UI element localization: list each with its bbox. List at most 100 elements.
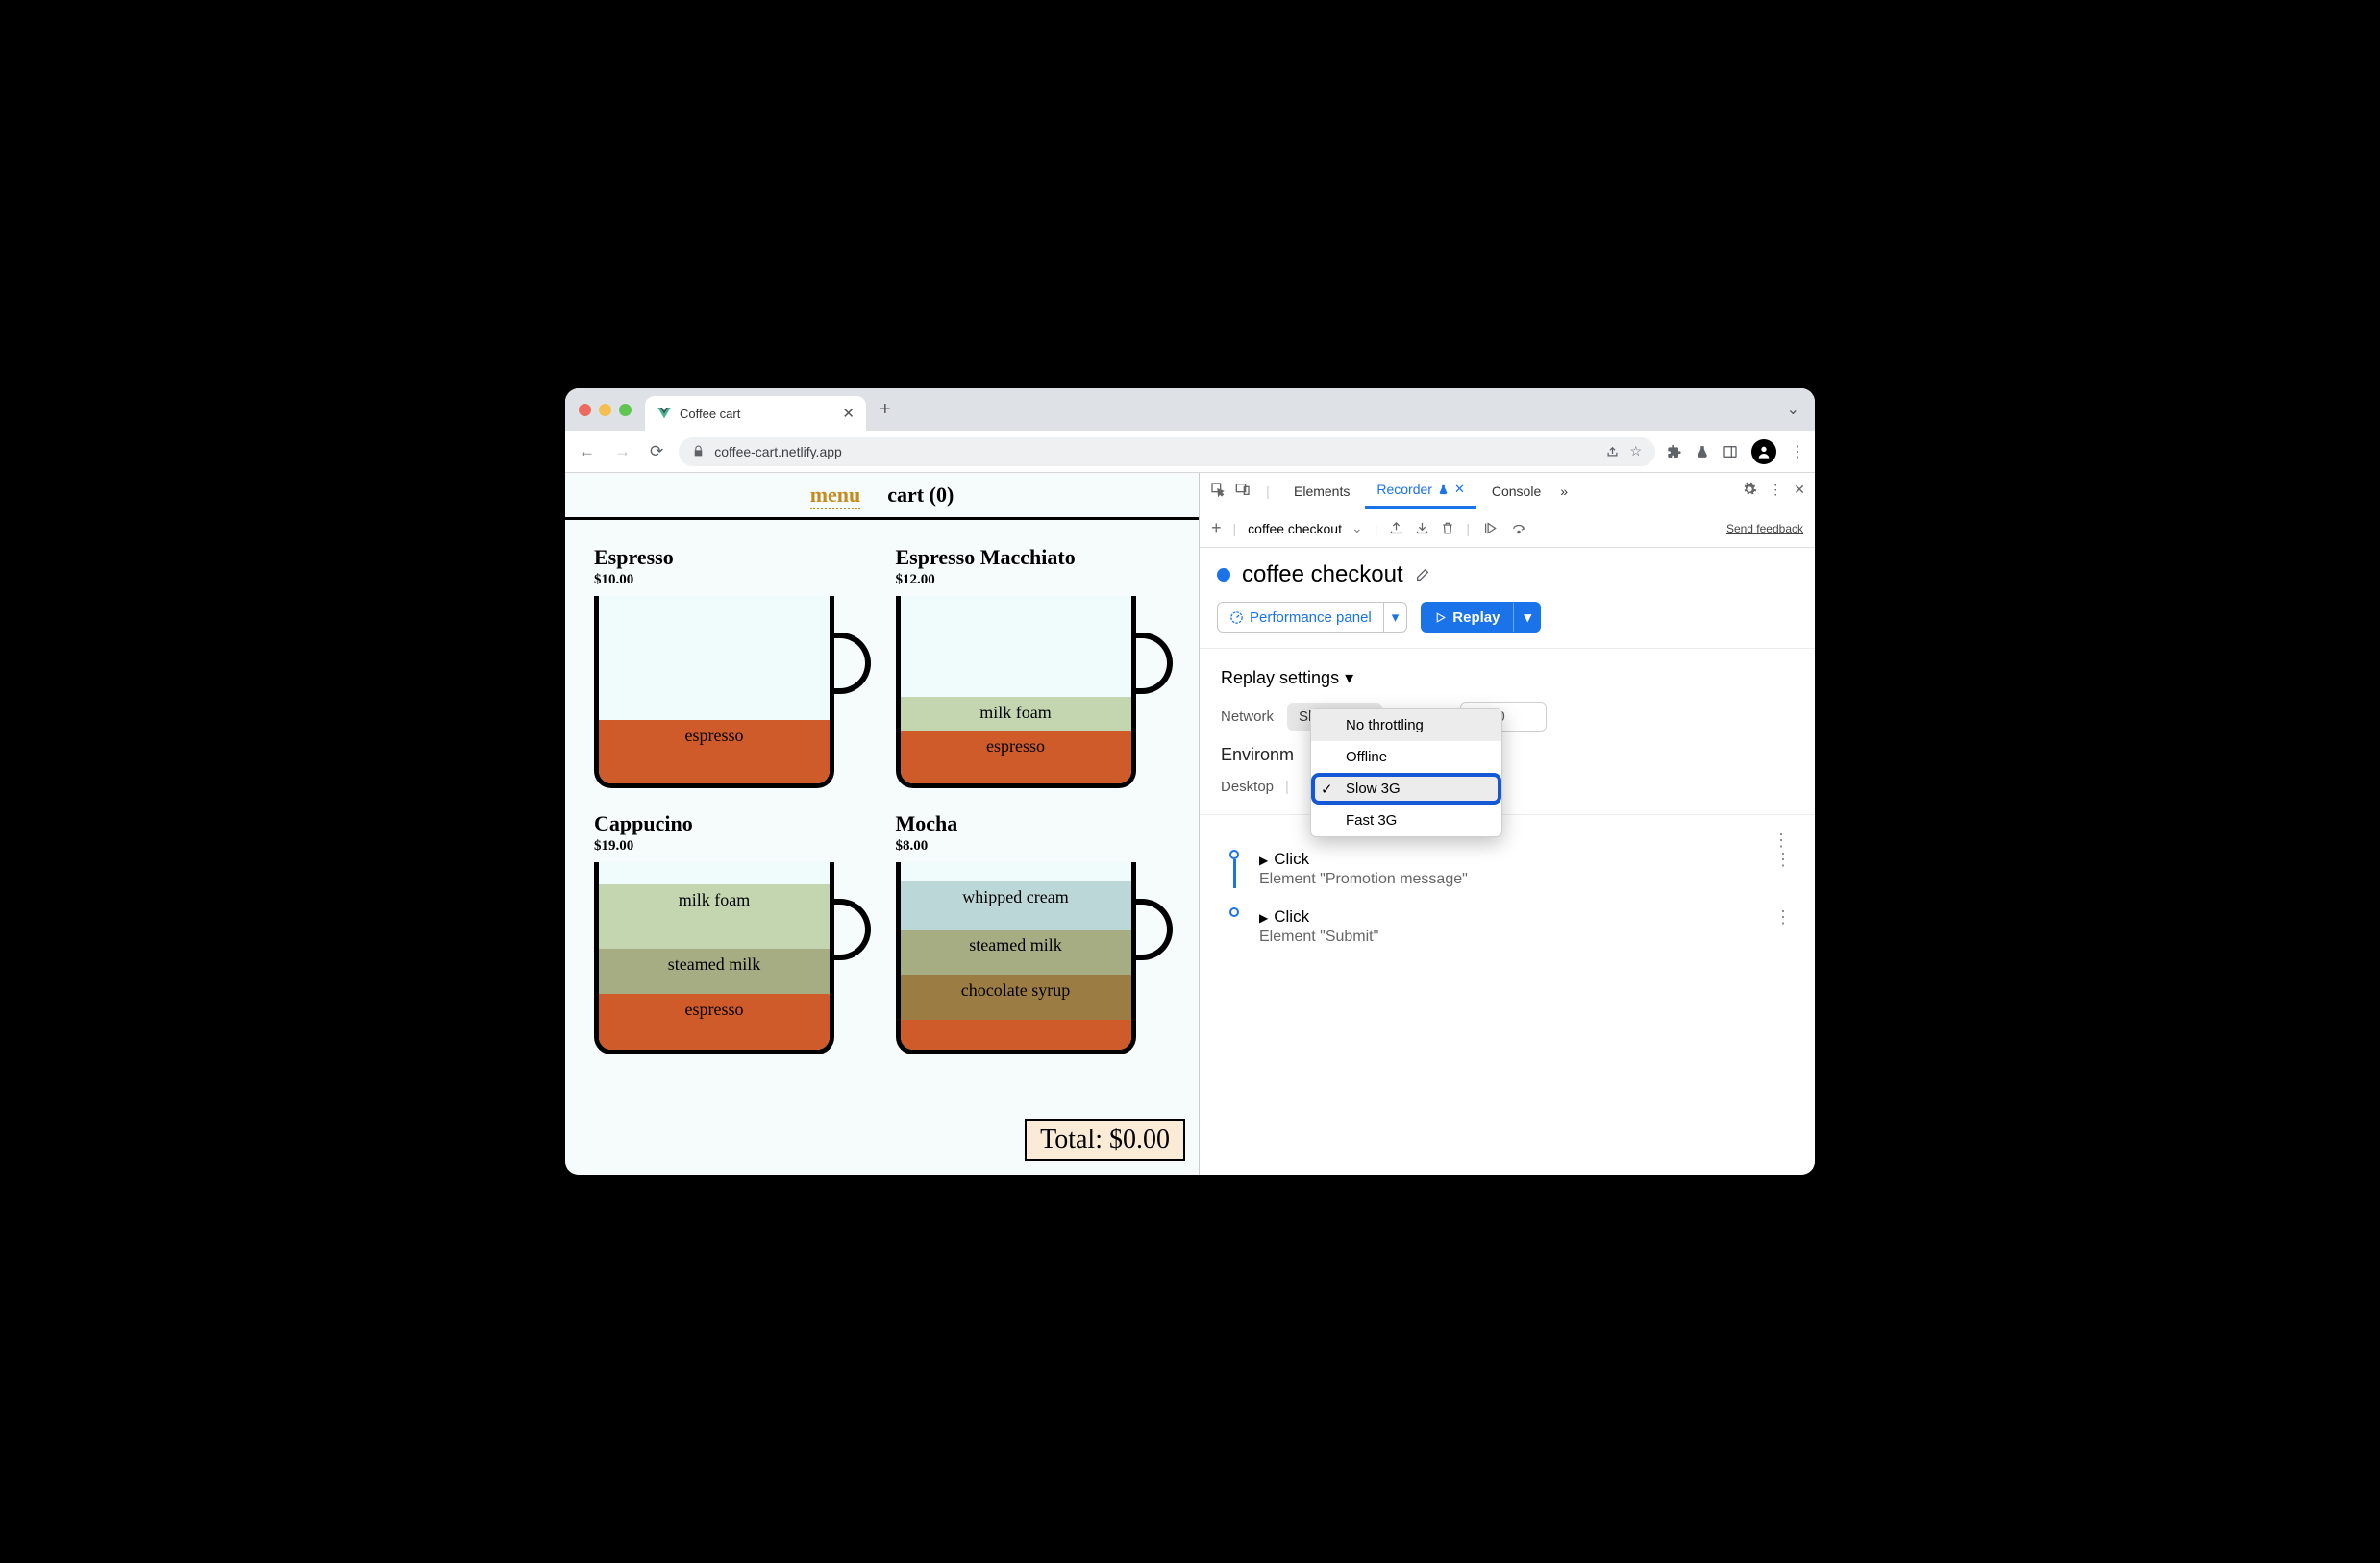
add-recording-icon[interactable]: +	[1211, 518, 1222, 538]
replay-dropdown-icon[interactable]: ▾	[1513, 603, 1541, 632]
browser-window: Coffee cart ✕ + ⌄ ← → ⟳ coffee-cart.netl…	[565, 388, 1815, 1175]
maximize-window-icon[interactable]	[619, 404, 632, 416]
bookmark-icon[interactable]: ☆	[1629, 443, 1642, 459]
product-price: $10.00	[594, 572, 869, 588]
play-icon	[1434, 611, 1447, 624]
product-card[interactable]: Espresso $10.00 espresso	[594, 545, 869, 788]
tab-recorder[interactable]: Recorder ✕	[1365, 473, 1476, 509]
step-menu-icon[interactable]: ⋮	[1774, 850, 1792, 888]
tab-elements[interactable]: Elements	[1282, 473, 1361, 509]
nav-cart-link[interactable]: cart (0)	[887, 483, 954, 509]
step-menu-icon[interactable]: ⋮	[1774, 907, 1792, 946]
gauge-icon	[1229, 610, 1244, 625]
layer-label: espresso	[901, 731, 1131, 783]
product-name: Mocha	[896, 811, 1171, 836]
close-window-icon[interactable]	[579, 404, 591, 416]
delete-icon[interactable]	[1441, 521, 1454, 535]
network-dropdown: No throttling Offline ✓ Slow 3G Fast 3G	[1310, 708, 1502, 837]
mug-graphic: whipped cream steamed milk chocolate syr…	[896, 862, 1136, 1054]
product-name: Espresso Macchiato	[896, 545, 1171, 570]
dropdown-option-slow-3g[interactable]: ✓ Slow 3G	[1311, 773, 1501, 805]
settings-gear-icon[interactable]	[1742, 482, 1757, 500]
replay-settings: Replay settings ▾ Network Slow 3G Timeou…	[1200, 649, 1815, 814]
more-tabs-icon[interactable]: »	[1560, 484, 1568, 499]
product-card[interactable]: Cappucino $19.00 milk foam steamed milk …	[594, 811, 869, 1054]
side-panel-icon[interactable]	[1723, 444, 1738, 459]
expand-icon[interactable]: ▶	[1259, 911, 1268, 925]
product-price: $12.00	[896, 572, 1171, 588]
layer-label: whipped cream	[901, 881, 1131, 930]
product-price: $19.00	[594, 838, 869, 855]
recording-title: coffee checkout	[1242, 561, 1403, 588]
layer-label: milk foam	[901, 697, 1131, 731]
layer-label: steamed milk	[599, 949, 830, 994]
devtools-tab-bar: | Elements Recorder ✕ Console » ⋮ ✕	[1200, 473, 1815, 509]
tab-strip: Coffee cart ✕ + ⌄	[565, 388, 1815, 431]
check-icon: ✓	[1321, 781, 1333, 798]
nav-menu-link[interactable]: menu	[810, 483, 861, 509]
layer-label: espresso	[599, 994, 830, 1051]
close-panel-icon[interactable]: ✕	[1454, 482, 1465, 497]
step-row[interactable]: ▶Click Element "Promotion message" ⋮	[1219, 840, 1796, 898]
step-row[interactable]: ⋮	[1219, 821, 1796, 840]
forward-button[interactable]: →	[610, 442, 634, 461]
dropdown-option-no-throttling[interactable]: No throttling	[1311, 709, 1501, 741]
network-label: Network	[1221, 708, 1274, 725]
browser-menu-icon[interactable]: ⋮	[1790, 442, 1805, 461]
layer-label	[901, 1020, 1131, 1050]
share-icon[interactable]	[1605, 444, 1620, 459]
new-tab-button[interactable]: +	[880, 399, 891, 421]
layer-label: chocolate syrup	[901, 975, 1131, 1020]
product-card[interactable]: Espresso Macchiato $12.00 milk foam espr…	[896, 545, 1171, 788]
recording-selector[interactable]: coffee checkout	[1248, 521, 1342, 536]
product-name: Cappucino	[594, 811, 869, 836]
labs-icon[interactable]	[1696, 444, 1709, 459]
collapse-icon: ▾	[1345, 668, 1353, 688]
close-tab-icon[interactable]: ✕	[842, 405, 855, 422]
step-subtitle: Element "Promotion message"	[1259, 871, 1761, 888]
replay-button[interactable]: Replay ▾	[1421, 602, 1541, 633]
step-subtitle: Element "Submit"	[1259, 929, 1761, 946]
mug-graphic: milk foam steamed milk espresso	[594, 862, 834, 1054]
close-devtools-icon[interactable]: ✕	[1794, 482, 1805, 500]
send-feedback-link[interactable]: Send feedback	[1726, 522, 1803, 535]
back-button[interactable]: ←	[575, 442, 599, 461]
device-toggle-icon[interactable]	[1232, 482, 1253, 500]
import-icon[interactable]	[1415, 521, 1429, 535]
dropdown-option-offline[interactable]: Offline	[1311, 741, 1501, 773]
step-row[interactable]: ▶Click Element "Submit" ⋮	[1219, 898, 1796, 955]
address-bar[interactable]: coffee-cart.netlify.app ☆	[679, 437, 1655, 466]
tab-console[interactable]: Console	[1480, 473, 1552, 509]
mug-graphic: milk foam espresso	[896, 596, 1136, 788]
expand-icon[interactable]: ▶	[1259, 854, 1268, 867]
mug-graphic: espresso	[594, 596, 834, 788]
product-grid: Espresso $10.00 espresso Espresso Macchi…	[565, 520, 1199, 1141]
flask-icon	[1438, 484, 1449, 496]
product-card[interactable]: Mocha $8.00 whipped cream steamed milk c…	[896, 811, 1171, 1054]
step-play-icon[interactable]	[1481, 521, 1499, 535]
performance-panel-button[interactable]: Performance panel ▾	[1217, 602, 1407, 633]
edit-icon[interactable]	[1415, 567, 1430, 583]
dropdown-option-fast-3g[interactable]: Fast 3G	[1311, 805, 1501, 836]
page-nav: menu cart (0)	[565, 473, 1199, 520]
export-icon[interactable]	[1389, 521, 1403, 535]
record-status-icon	[1217, 568, 1230, 582]
reload-button[interactable]: ⟳	[646, 442, 667, 461]
browser-tab[interactable]: Coffee cart ✕	[645, 396, 866, 431]
extensions-icon[interactable]	[1667, 444, 1682, 459]
perf-dropdown-icon[interactable]: ▾	[1383, 603, 1407, 632]
chevron-down-icon[interactable]: ⌄	[1351, 520, 1363, 536]
profile-avatar[interactable]	[1751, 439, 1776, 464]
layer-label: milk foam	[599, 884, 830, 948]
minimize-window-icon[interactable]	[599, 404, 611, 416]
step-over-icon[interactable]	[1510, 522, 1527, 535]
vue-favicon-icon	[657, 406, 672, 421]
product-name: Espresso	[594, 545, 869, 570]
environment-value: Desktop	[1221, 779, 1274, 795]
total-box[interactable]: Total: $0.00	[1025, 1119, 1185, 1161]
tabs-menu-icon[interactable]: ⌄	[1787, 400, 1805, 419]
devtools-menu-icon[interactable]: ⋮	[1769, 482, 1782, 500]
inspect-element-icon[interactable]	[1207, 482, 1228, 500]
toolbar: ← → ⟳ coffee-cart.netlify.app ☆ ⋮	[565, 431, 1815, 473]
settings-heading[interactable]: Replay settings ▾	[1221, 668, 1794, 688]
